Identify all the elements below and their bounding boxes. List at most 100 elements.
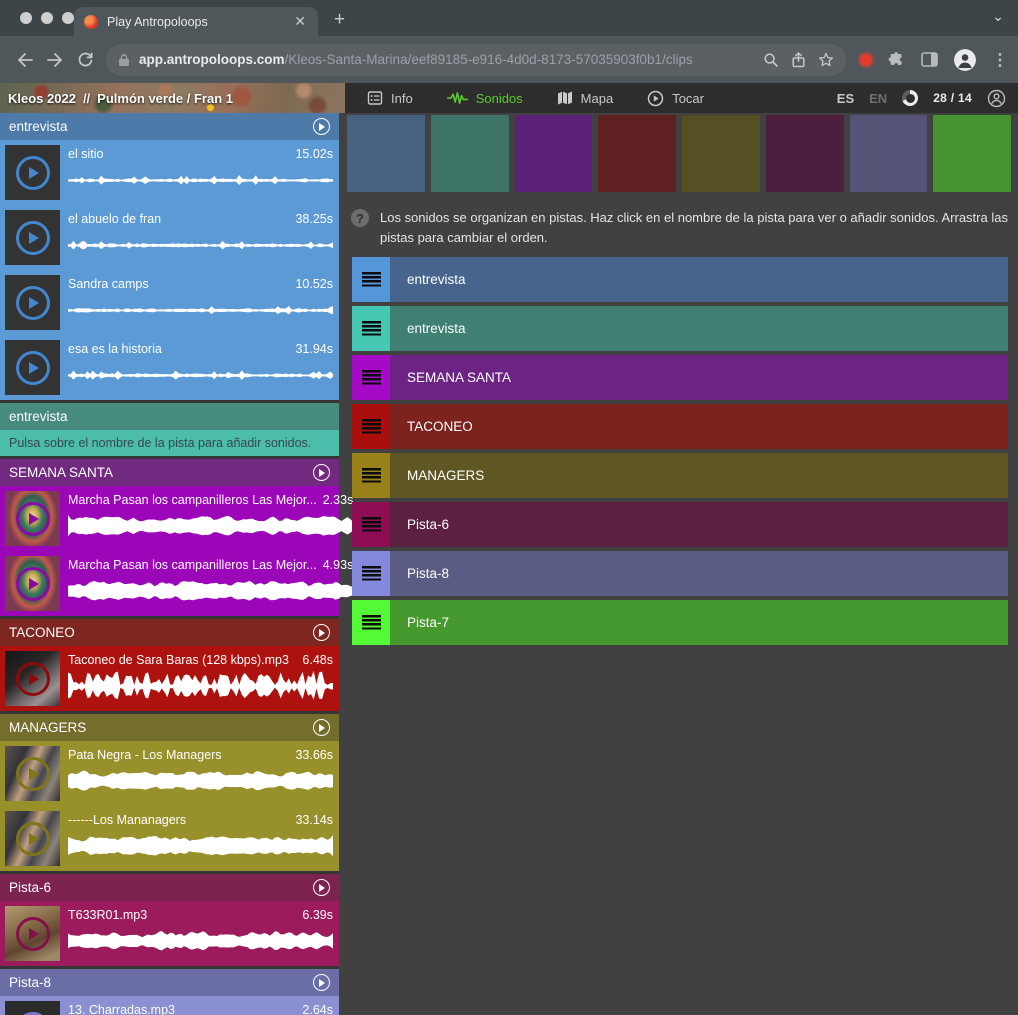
track-row-body[interactable]: Pista-6 (390, 502, 1008, 547)
clip-item[interactable]: 13. Charradas.mp32.64s (0, 996, 339, 1015)
track-row-body[interactable]: Pista-7 (390, 600, 1008, 645)
track-row-semana-santa[interactable]: SEMANA SANTA (352, 355, 1008, 400)
clip-thumbnail[interactable] (5, 145, 60, 200)
track-row-entrevista[interactable]: entrevista (352, 257, 1008, 302)
drag-handle[interactable] (352, 502, 390, 547)
clip-play-button[interactable] (16, 757, 50, 791)
clip-item[interactable]: esa es la historia31.94s (0, 335, 339, 400)
track-row-taconeo[interactable]: TACONEO (352, 404, 1008, 449)
back-button[interactable] (10, 45, 40, 75)
forward-button[interactable] (40, 45, 70, 75)
share-icon[interactable] (791, 52, 806, 68)
clip-thumbnail[interactable] (5, 906, 60, 961)
track-header-taconeo[interactable]: TACONEO (0, 619, 339, 646)
extensions-puzzle-icon[interactable] (888, 51, 905, 68)
clip-thumbnail[interactable] (5, 210, 60, 265)
clip-play-button[interactable] (16, 1012, 50, 1015)
address-bar[interactable]: app.antropoloops.com /Kleos-Santa-Marina… (106, 44, 846, 76)
zoom-indicator-icon[interactable] (763, 52, 779, 68)
drag-handle[interactable] (352, 355, 390, 400)
track-row-body[interactable]: MANAGERS (390, 453, 1008, 498)
clip-thumbnail[interactable] (5, 746, 60, 801)
track-color-swatch[interactable] (515, 115, 593, 192)
track-header-entrevista[interactable]: entrevista (0, 113, 339, 140)
clip-play-button[interactable] (16, 221, 50, 255)
window-controls[interactable] (20, 12, 74, 24)
clip-play-button[interactable] (16, 351, 50, 385)
clip-item[interactable]: Sandra camps10.52s (0, 270, 339, 335)
reload-button[interactable] (70, 45, 100, 75)
recording-extension-icon[interactable] (860, 54, 872, 66)
track-header-pista-8[interactable]: Pista-8 (0, 969, 339, 996)
window-minimize-button[interactable] (41, 12, 53, 24)
clip-thumbnail[interactable] (5, 1001, 60, 1015)
clip-item[interactable]: el sitio15.02s (0, 140, 339, 205)
clip-thumbnail[interactable] (5, 491, 60, 546)
lock-icon[interactable] (118, 53, 130, 67)
track-header-semana-santa[interactable]: SEMANA SANTA (0, 459, 339, 486)
track-row-body[interactable]: Pista-8 (390, 551, 1008, 596)
profile-avatar[interactable] (954, 49, 976, 71)
clip-thumbnail[interactable] (5, 811, 60, 866)
bookmark-star-icon[interactable] (818, 52, 834, 68)
drag-handle[interactable] (352, 306, 390, 351)
track-play-button[interactable] (313, 879, 330, 896)
track-row-pista-7[interactable]: Pista-7 (352, 600, 1008, 645)
tab-sonidos[interactable]: Sonidos (447, 90, 523, 106)
track-play-button[interactable] (313, 719, 330, 736)
track-row-pista-8[interactable]: Pista-8 (352, 551, 1008, 596)
clip-thumbnail[interactable] (5, 651, 60, 706)
clip-play-button[interactable] (16, 286, 50, 320)
breadcrumb[interactable]: Kleos 2022 // Pulmón verde / Fran 1 (0, 83, 345, 113)
track-color-swatch[interactable] (766, 115, 844, 192)
lang-en-button[interactable]: EN (869, 91, 887, 106)
clip-item[interactable]: Pata Negra - Los Managers33.66s (0, 741, 339, 806)
window-zoom-button[interactable] (62, 12, 74, 24)
drag-handle[interactable] (352, 453, 390, 498)
clip-item[interactable]: ------Los Mananagers33.14s (0, 806, 339, 871)
track-header-pista-6[interactable]: Pista-6 (0, 874, 339, 901)
tab-close-icon[interactable]: ✕ (292, 13, 308, 30)
drag-handle[interactable] (352, 551, 390, 596)
track-header-managers[interactable]: MANAGERS (0, 714, 339, 741)
clip-play-button[interactable] (16, 502, 50, 536)
track-play-button[interactable] (313, 974, 330, 991)
track-play-button[interactable] (313, 118, 330, 135)
browser-tab[interactable]: Play Antropoloops ✕ (74, 7, 318, 36)
clip-item[interactable]: Marcha Pasan los campanilleros Las Mejor… (0, 551, 339, 616)
tab-search-chevron-icon[interactable]: ⌄ (992, 8, 1004, 25)
side-panel-icon[interactable] (921, 52, 938, 67)
track-header-entrevista[interactable]: entrevista (0, 403, 339, 430)
track-color-swatch[interactable] (682, 115, 760, 192)
track-row-body[interactable]: entrevista (390, 257, 1008, 302)
clip-play-button[interactable] (16, 917, 50, 951)
track-row-body[interactable]: entrevista (390, 306, 1008, 351)
drag-handle[interactable] (352, 404, 390, 449)
lang-es-button[interactable]: ES (837, 91, 854, 106)
clip-thumbnail[interactable] (5, 340, 60, 395)
tab-tocar[interactable]: Tocar (647, 90, 704, 107)
new-tab-button[interactable]: + (334, 10, 345, 29)
window-close-button[interactable] (20, 12, 32, 24)
track-row-body[interactable]: TACONEO (390, 404, 1008, 449)
track-color-swatch[interactable] (598, 115, 676, 192)
clip-thumbnail[interactable] (5, 275, 60, 330)
clip-item[interactable]: Taconeo de Sara Baras (128 kbps).mp36.48… (0, 646, 339, 711)
tab-info[interactable]: Info (367, 90, 413, 106)
track-row-pista-6[interactable]: Pista-6 (352, 502, 1008, 547)
track-color-swatch[interactable] (431, 115, 509, 192)
account-icon[interactable] (987, 89, 1006, 108)
clip-item[interactable]: T633R01.mp36.39s (0, 901, 339, 966)
drag-handle[interactable] (352, 600, 390, 645)
clip-thumbnail[interactable] (5, 556, 60, 611)
track-row-managers[interactable]: MANAGERS (352, 453, 1008, 498)
track-row-entrevista[interactable]: entrevista (352, 306, 1008, 351)
track-color-swatch[interactable] (850, 115, 928, 192)
drag-handle[interactable] (352, 257, 390, 302)
clip-item[interactable]: Marcha Pasan los campanilleros Las Mejor… (0, 486, 339, 551)
clip-play-button[interactable] (16, 156, 50, 190)
track-play-button[interactable] (313, 624, 330, 641)
clip-play-button[interactable] (16, 567, 50, 601)
clip-play-button[interactable] (16, 662, 50, 696)
clip-item[interactable]: el abuelo de fran38.25s (0, 205, 339, 270)
